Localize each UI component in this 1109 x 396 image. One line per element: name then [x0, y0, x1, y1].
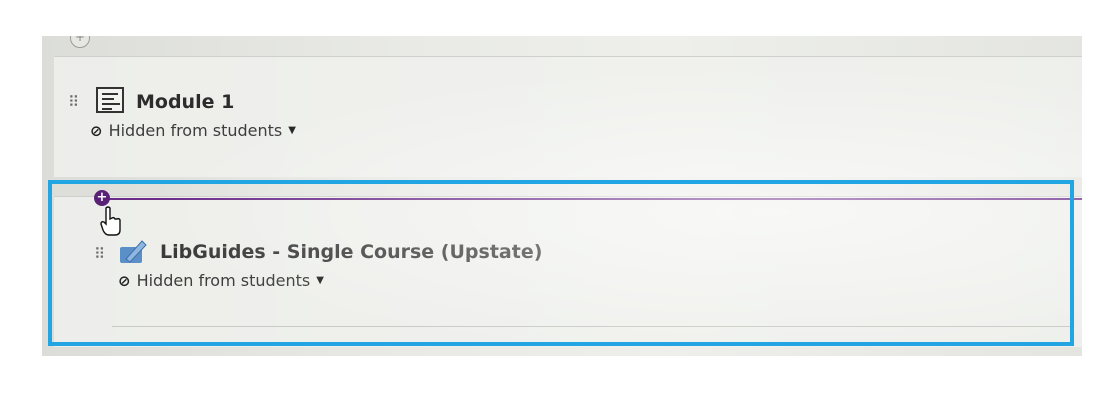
chevron-down-icon: ▼: [288, 125, 296, 136]
content-item-module-1[interactable]: ⠿ Module 1 ⊘ Hidden from students ▼: [54, 56, 1082, 177]
drag-handle-icon[interactable]: ⠿: [94, 247, 105, 262]
insert-plus-icon[interactable]: +: [94, 190, 110, 206]
chevron-down-icon: ▼: [316, 275, 324, 286]
drag-handle-icon[interactable]: ⠿: [68, 95, 79, 110]
insert-position-line: [104, 198, 1082, 200]
visibility-label: Hidden from students: [136, 271, 311, 290]
add-item-icon[interactable]: +: [70, 36, 90, 48]
divider: [112, 326, 1072, 327]
visibility-dropdown[interactable]: ⊘ Hidden from students ▼: [90, 121, 296, 140]
hand-cursor-icon: [100, 206, 121, 236]
course-content-list: + ⠿ Module 1 ⊘ Hidden from students ▼ ⠿ …: [42, 36, 1082, 356]
eye-slash-icon: ⊘: [118, 271, 131, 290]
eye-slash-icon: ⊘: [90, 121, 103, 140]
item-title[interactable]: LibGuides - Single Course (Upstate): [160, 241, 542, 263]
module-title[interactable]: Module 1: [136, 91, 234, 113]
external-tool-icon: [120, 240, 147, 263]
visibility-label: Hidden from students: [108, 121, 283, 140]
content-item-libguides[interactable]: ⠿ LibGuides - Single Course (Upstate) ⊘ …: [54, 196, 1082, 347]
module-icon: [96, 87, 124, 113]
visibility-dropdown[interactable]: ⊘ Hidden from students ▼: [118, 271, 324, 290]
